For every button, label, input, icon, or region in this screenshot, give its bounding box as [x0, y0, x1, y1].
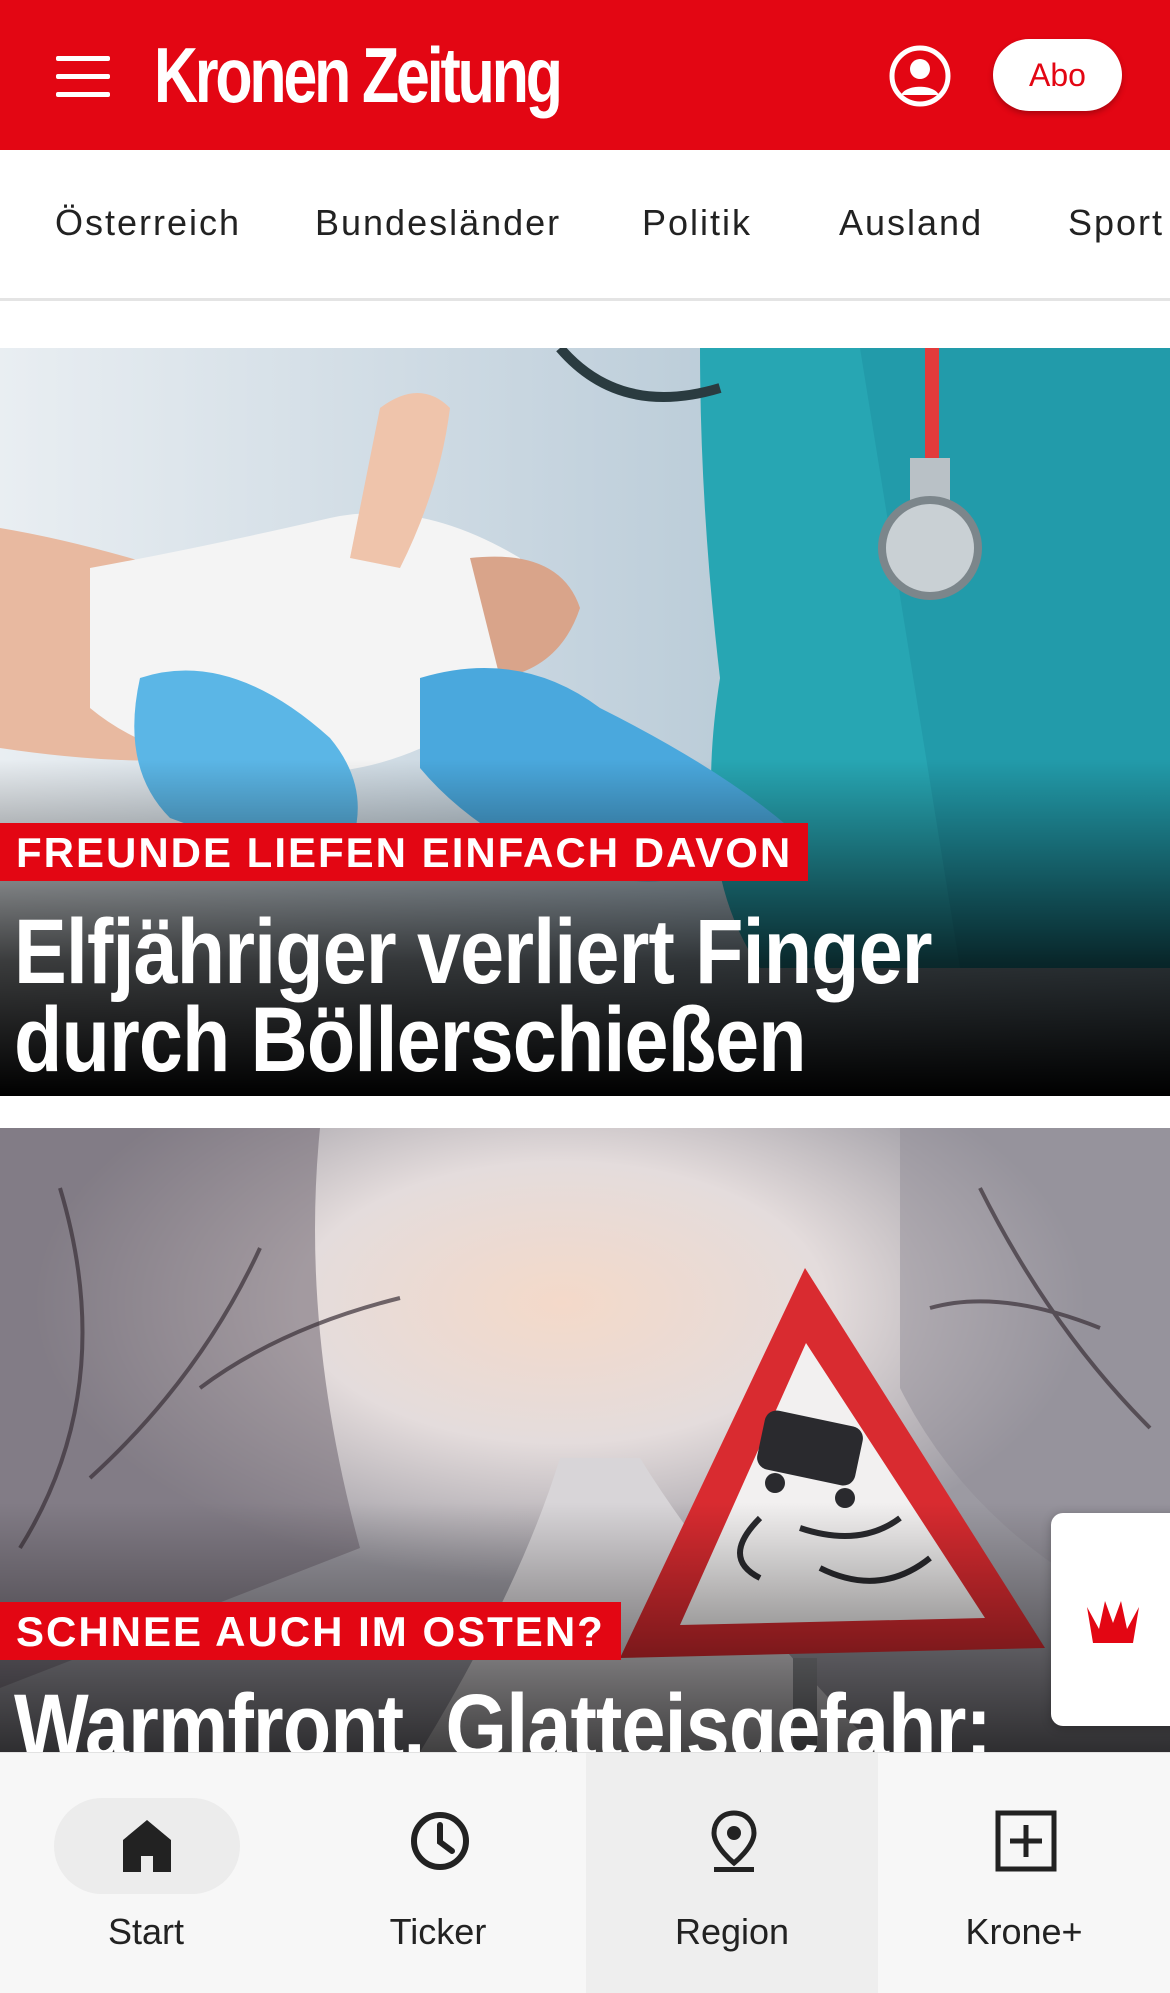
article-kicker: SCHNEE AUCH IM OSTEN? [0, 1602, 621, 1660]
article-headline-line1: Warmfront, Glatteisgefahr: [14, 1676, 992, 1752]
location-pin-icon [711, 1810, 757, 1872]
krone-plus-floating-button[interactable] [1051, 1513, 1170, 1726]
article-card-finger[interactable]: FREUNDE LIEFEN EINFACH DAVON Elfjähriger… [0, 348, 1170, 1096]
category-oesterreich[interactable]: Österreich [55, 202, 241, 244]
kronen-zeitung-logo[interactable]: Kronen Zeitung [154, 30, 563, 120]
clock-icon [411, 1812, 469, 1870]
category-ausland[interactable]: Ausland [839, 202, 983, 244]
tab-ticker-label: Ticker [389, 1911, 487, 1952]
article-headline-line2: durch Böllerschießen [14, 989, 807, 1091]
tab-start[interactable]: Start [0, 1753, 292, 1993]
home-icon [123, 1820, 171, 1872]
article-card-warmfront[interactable]: SCHNEE AUCH IM OSTEN? Warmfront, Glattei… [0, 1128, 1170, 1752]
category-bundeslaender[interactable]: Bundesländer [315, 202, 561, 244]
tab-start-label: Start [107, 1911, 185, 1952]
tab-region[interactable]: Region [586, 1753, 878, 1993]
crown-icon [1087, 1601, 1139, 1643]
hamburger-menu-icon[interactable] [48, 48, 120, 106]
abo-button[interactable]: Abo [993, 39, 1122, 111]
category-politik[interactable]: Politik [642, 202, 752, 244]
bottom-navigation: Start Ticker Region Krone+ [0, 1752, 1170, 1993]
tab-krone-plus[interactable]: Krone+ [878, 1753, 1170, 1993]
tab-ticker[interactable]: Ticker [292, 1753, 584, 1993]
tab-krone-plus-label: Krone+ [965, 1911, 1083, 1952]
article-kicker: FREUNDE LIEFEN EINFACH DAVON [0, 823, 809, 881]
tab-region-label: Region [674, 1911, 790, 1952]
plus-square-icon [995, 1810, 1057, 1872]
top-header: Kronen Zeitung Abo [0, 0, 1170, 150]
article-headline-line1: Elfjähriger verliert Finger [14, 901, 933, 1003]
category-nav: Österreich Bundesländer Politik Ausland … [0, 150, 1170, 301]
category-sport[interactable]: Sport [1068, 202, 1164, 244]
user-circle-icon[interactable] [888, 44, 952, 108]
